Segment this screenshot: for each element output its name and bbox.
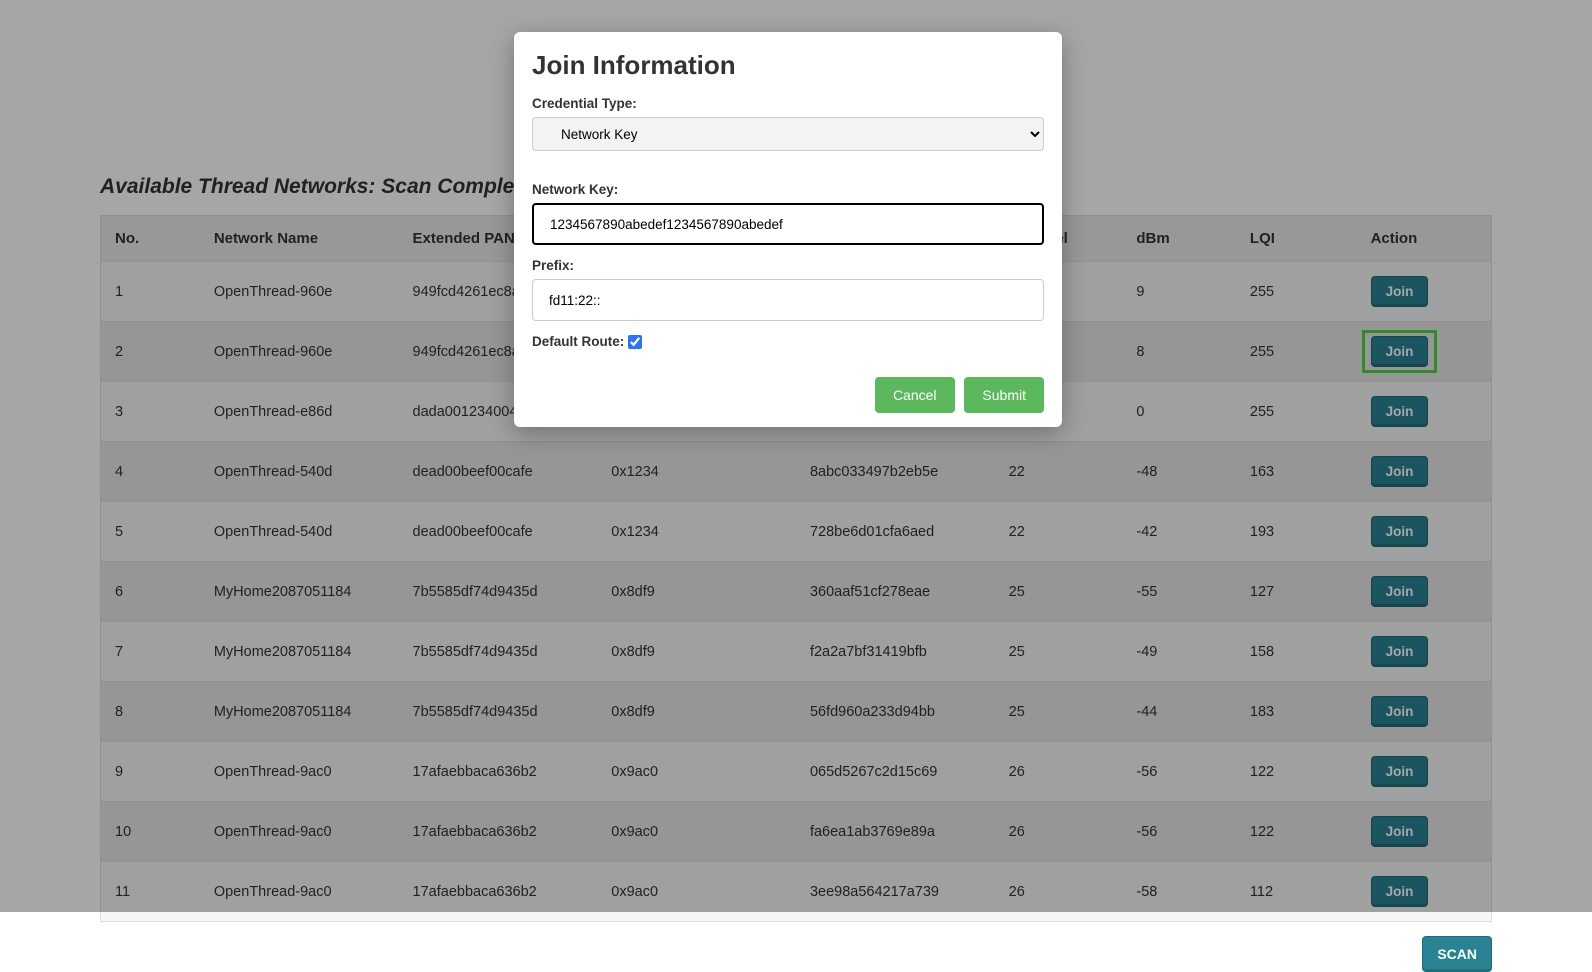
credential-type-label: Credential Type: xyxy=(532,96,637,111)
default-route-checkbox[interactable] xyxy=(628,335,642,349)
network-key-label: Network Key: xyxy=(532,182,618,197)
network-key-input[interactable] xyxy=(532,203,1044,245)
join-modal: Join Information Credential Type: Networ… xyxy=(514,32,1062,427)
prefix-input[interactable] xyxy=(532,279,1044,321)
modal-title: Join Information xyxy=(532,50,1044,81)
credential-type-select[interactable]: Network Key xyxy=(532,117,1044,151)
cancel-button[interactable]: Cancel xyxy=(875,377,955,413)
scan-button[interactable]: SCAN xyxy=(1422,936,1492,972)
submit-button[interactable]: Submit xyxy=(964,377,1044,413)
default-route-label: Default Route: xyxy=(532,334,624,349)
prefix-label: Prefix: xyxy=(532,258,574,273)
